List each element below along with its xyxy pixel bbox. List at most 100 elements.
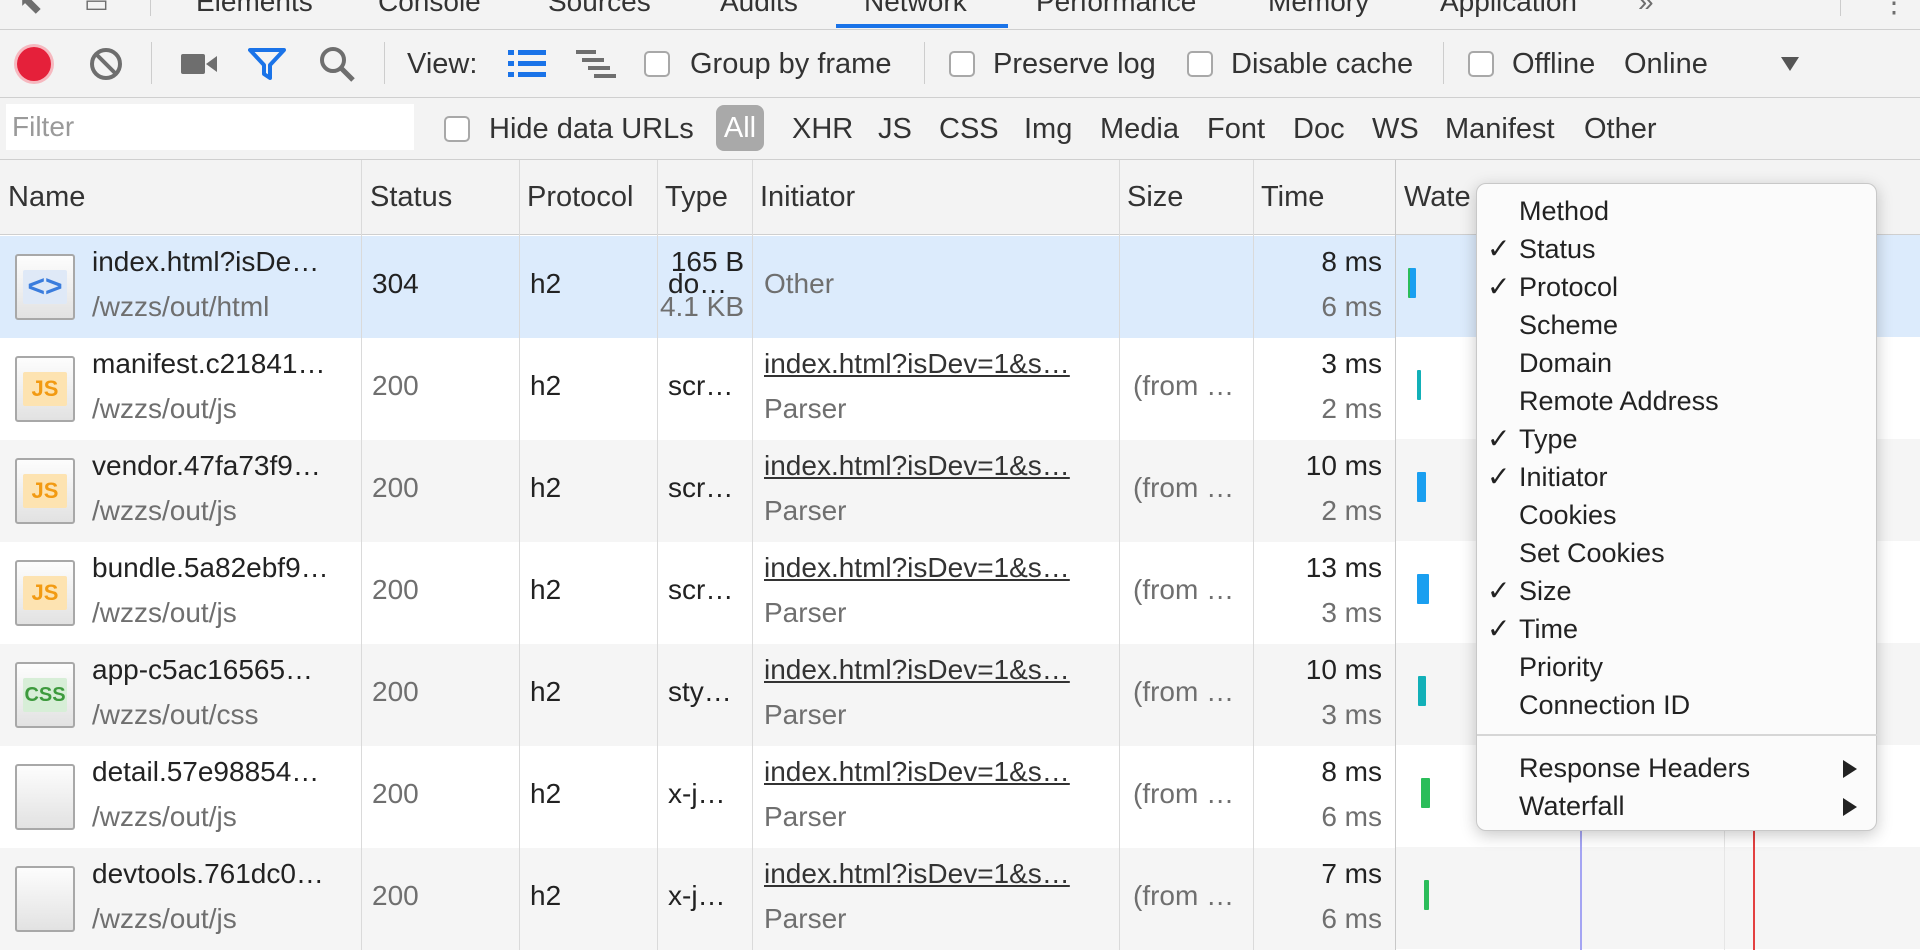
column-divider[interactable] <box>519 160 520 950</box>
column-header-status[interactable]: Status <box>362 160 519 235</box>
initiator-type: Parser <box>764 903 847 934</box>
tab-elements[interactable]: Elements <box>196 0 313 18</box>
table-row[interactable]: JS bundle.5a82ebf9… /wzzs/out/js 200 h2 … <box>0 542 1395 644</box>
search-button[interactable] <box>318 30 356 98</box>
column-divider[interactable] <box>1253 160 1254 950</box>
tab-network[interactable]: Network <box>864 0 967 18</box>
menu-item-size[interactable]: ✓ Size <box>1477 572 1877 610</box>
checkbox[interactable] <box>644 51 670 77</box>
waterfall-overview-icon <box>576 50 616 78</box>
tab-console[interactable]: Console <box>378 0 481 18</box>
column-divider[interactable] <box>752 160 753 950</box>
record-icon <box>17 47 51 81</box>
menu-item-waterfall[interactable]: Waterfall <box>1477 787 1877 825</box>
show-overview-button[interactable] <box>576 30 616 98</box>
column-header-protocol[interactable]: Protocol <box>519 160 657 235</box>
menu-item-scheme[interactable]: Scheme <box>1477 306 1877 344</box>
column-divider[interactable] <box>1119 160 1120 950</box>
waterfall-bar[interactable] <box>1418 676 1426 706</box>
request-path: /wzzs/out/js <box>92 597 237 628</box>
filter-type-css[interactable]: CSS <box>939 98 999 160</box>
menu-item-method[interactable]: Method <box>1477 192 1877 230</box>
table-row[interactable]: devtools.761dc0… /wzzs/out/js 200 h2 x-j… <box>0 848 1395 950</box>
clear-button[interactable] <box>88 30 124 98</box>
filter-type-media[interactable]: Media <box>1100 98 1179 160</box>
menu-item-initiator[interactable]: ✓ Initiator <box>1477 458 1877 496</box>
filter-type-font[interactable]: Font <box>1207 98 1265 160</box>
tab-sources[interactable]: Sources <box>548 0 651 18</box>
filter-input[interactable] <box>6 104 414 150</box>
tab-performance[interactable]: Performance <box>1036 0 1196 18</box>
initiator-link[interactable]: index.html?isDev=1&s… <box>764 348 1070 380</box>
column-header-initiator[interactable]: Initiator <box>752 160 1119 235</box>
record-button[interactable] <box>17 30 51 98</box>
table-row[interactable]: JS vendor.47fa73f9… /wzzs/out/js 200 h2 … <box>0 440 1395 542</box>
waterfall-bar[interactable] <box>1417 472 1426 502</box>
column-header-time[interactable]: Time <box>1253 160 1395 235</box>
menu-item-type[interactable]: ✓ Type <box>1477 420 1877 458</box>
inspect-element-icon[interactable]: ⬉ <box>18 0 43 21</box>
filter-type-xhr[interactable]: XHR <box>792 98 853 160</box>
more-tabs-icon[interactable]: » <box>1638 0 1654 18</box>
filter-type-ws[interactable]: WS <box>1372 98 1419 160</box>
filter-type-img[interactable]: Img <box>1024 98 1072 160</box>
column-header-name[interactable]: Name <box>0 160 362 235</box>
hide-data-urls-checkbox[interactable] <box>444 98 470 160</box>
column-header-type[interactable]: Type <box>657 160 752 235</box>
filter-type-js[interactable]: JS <box>878 98 912 160</box>
throttling-dropdown[interactable] <box>1781 30 1799 98</box>
table-row[interactable]: CSS app-c5ac16565… /wzzs/out/css 200 h2 … <box>0 644 1395 746</box>
checkbox[interactable] <box>444 116 470 142</box>
checkbox[interactable] <box>1468 51 1494 77</box>
filter-type-manifest[interactable]: Manifest <box>1445 98 1555 160</box>
menu-item-set-cookies[interactable]: Set Cookies <box>1477 534 1877 572</box>
disable-cache-checkbox[interactable] <box>1187 30 1213 98</box>
menu-item-connection-id[interactable]: Connection ID <box>1477 686 1877 724</box>
table-row[interactable]: JS manifest.c21841… /wzzs/out/js 200 h2 … <box>0 338 1395 440</box>
column-header-size[interactable]: Size <box>1119 160 1253 235</box>
menu-item-status[interactable]: ✓ Status <box>1477 230 1877 268</box>
column-header-waterfall[interactable]: Wate <box>1396 160 1486 235</box>
throttling-select[interactable]: Online <box>1624 30 1708 98</box>
initiator-link[interactable]: index.html?isDev=1&s… <box>764 756 1070 788</box>
html-doc-icon: <> <box>15 254 75 320</box>
preserve-log-checkbox[interactable] <box>949 30 975 98</box>
clear-icon <box>90 48 122 80</box>
initiator-link[interactable]: index.html?isDev=1&s… <box>764 654 1070 686</box>
menu-item-time[interactable]: ✓ Time <box>1477 610 1877 648</box>
menu-item-protocol[interactable]: ✓ Protocol <box>1477 268 1877 306</box>
checkbox[interactable] <box>1187 51 1213 77</box>
tab-memory[interactable]: Memory <box>1268 0 1369 18</box>
waterfall-bar[interactable] <box>1421 778 1430 808</box>
initiator-link[interactable]: index.html?isDev=1&s… <box>764 552 1070 584</box>
checkbox[interactable] <box>949 51 975 77</box>
table-row[interactable]: detail.57e98854… /wzzs/out/js 200 h2 x-j… <box>0 746 1395 848</box>
kebab-menu-icon[interactable]: ⋮ <box>1880 0 1908 19</box>
request-size: (from … <box>1133 370 1235 401</box>
tab-application[interactable]: Application <box>1440 0 1577 18</box>
initiator-link[interactable]: index.html?isDev=1&s… <box>764 450 1070 482</box>
waterfall-bar[interactable] <box>1417 370 1421 400</box>
filter-type-doc[interactable]: Doc <box>1293 98 1345 160</box>
tab-audits[interactable]: Audits <box>720 0 798 18</box>
initiator-link[interactable]: index.html?isDev=1&s… <box>764 858 1070 890</box>
waterfall-bar[interactable] <box>1417 574 1429 604</box>
menu-item-priority[interactable]: Priority <box>1477 648 1877 686</box>
offline-checkbox[interactable] <box>1468 30 1494 98</box>
filter-type-all[interactable]: All <box>716 105 764 151</box>
large-request-rows-button[interactable] <box>508 30 546 98</box>
waterfall-bar[interactable] <box>1424 880 1429 910</box>
filter-type-other[interactable]: Other <box>1584 98 1657 160</box>
menu-item-domain[interactable]: Domain <box>1477 344 1877 382</box>
capture-screenshots-button[interactable] <box>180 30 218 98</box>
menu-item-response-headers[interactable]: Response Headers <box>1477 749 1877 787</box>
table-row[interactable]: <> index.html?isDe… /wzzs/out/html 304 h… <box>0 236 1395 338</box>
menu-item-remote-address[interactable]: Remote Address <box>1477 382 1877 420</box>
device-toolbar-icon[interactable]: ▭ <box>84 0 109 19</box>
group-by-frame-checkbox[interactable] <box>644 30 670 98</box>
menu-item-cookies[interactable]: Cookies <box>1477 496 1877 534</box>
request-path: /wzzs/out/js <box>92 495 237 526</box>
filter-toggle-button[interactable] <box>248 30 286 98</box>
column-divider[interactable] <box>361 160 362 950</box>
column-divider[interactable] <box>657 160 658 950</box>
